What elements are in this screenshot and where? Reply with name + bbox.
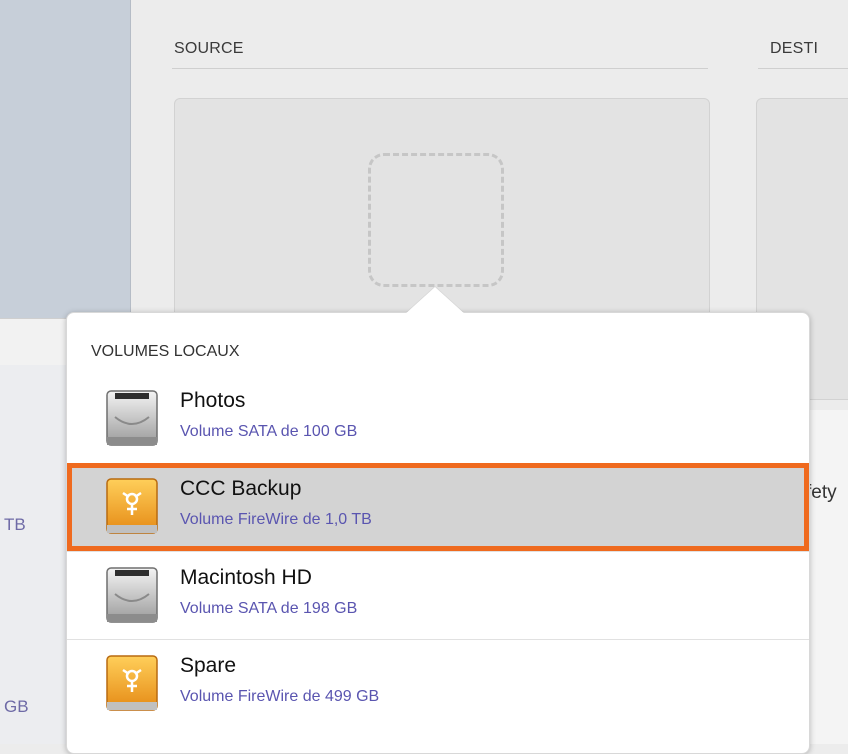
internal-hard-drive-icon <box>106 567 158 623</box>
internal-hard-drive-icon <box>106 390 158 446</box>
volume-description: Volume SATA de 198 GB <box>180 600 358 617</box>
volume-name: CCC Backup <box>180 477 302 500</box>
volume-name: Spare <box>180 654 237 677</box>
volume-name: Macintosh HD <box>180 566 312 589</box>
source-drop-target[interactable] <box>368 153 504 287</box>
source-label: SOURCE <box>174 40 244 57</box>
volume-item-macintosh-hd[interactable]: Macintosh HD Volume SATA de 198 GB <box>67 551 809 639</box>
volume-description: Volume FireWire de 499 GB <box>180 688 380 705</box>
source-rule <box>172 68 708 69</box>
volume-name: Photos <box>180 389 246 412</box>
volume-description: Volume FireWire de 1,0 TB <box>180 511 372 528</box>
sidebar-partial-size: GB <box>4 697 29 716</box>
volume-popover: VOLUMES LOCAUX Photos Volume SATA de 100… <box>66 312 810 754</box>
volume-item-ccc-backup[interactable]: CCC Backup Volume FireWire de 1,0 TB <box>67 463 809 551</box>
destination-rule <box>758 68 848 69</box>
sidebar-partial-size: TB <box>4 515 26 534</box>
volume-item-photos[interactable]: Photos Volume SATA de 100 GB <box>67 375 809 463</box>
destination-label: DESTI <box>770 40 819 57</box>
firewire-drive-icon <box>106 655 158 711</box>
group-header: VOLUMES LOCAUX <box>91 343 240 360</box>
volume-item-spare[interactable]: Spare Volume FireWire de 499 GB <box>67 639 809 727</box>
firewire-drive-icon <box>106 478 158 534</box>
volume-description: Volume SATA de 100 GB <box>180 423 358 440</box>
partial-label: fety <box>806 482 837 503</box>
popover-arrow <box>404 287 466 315</box>
